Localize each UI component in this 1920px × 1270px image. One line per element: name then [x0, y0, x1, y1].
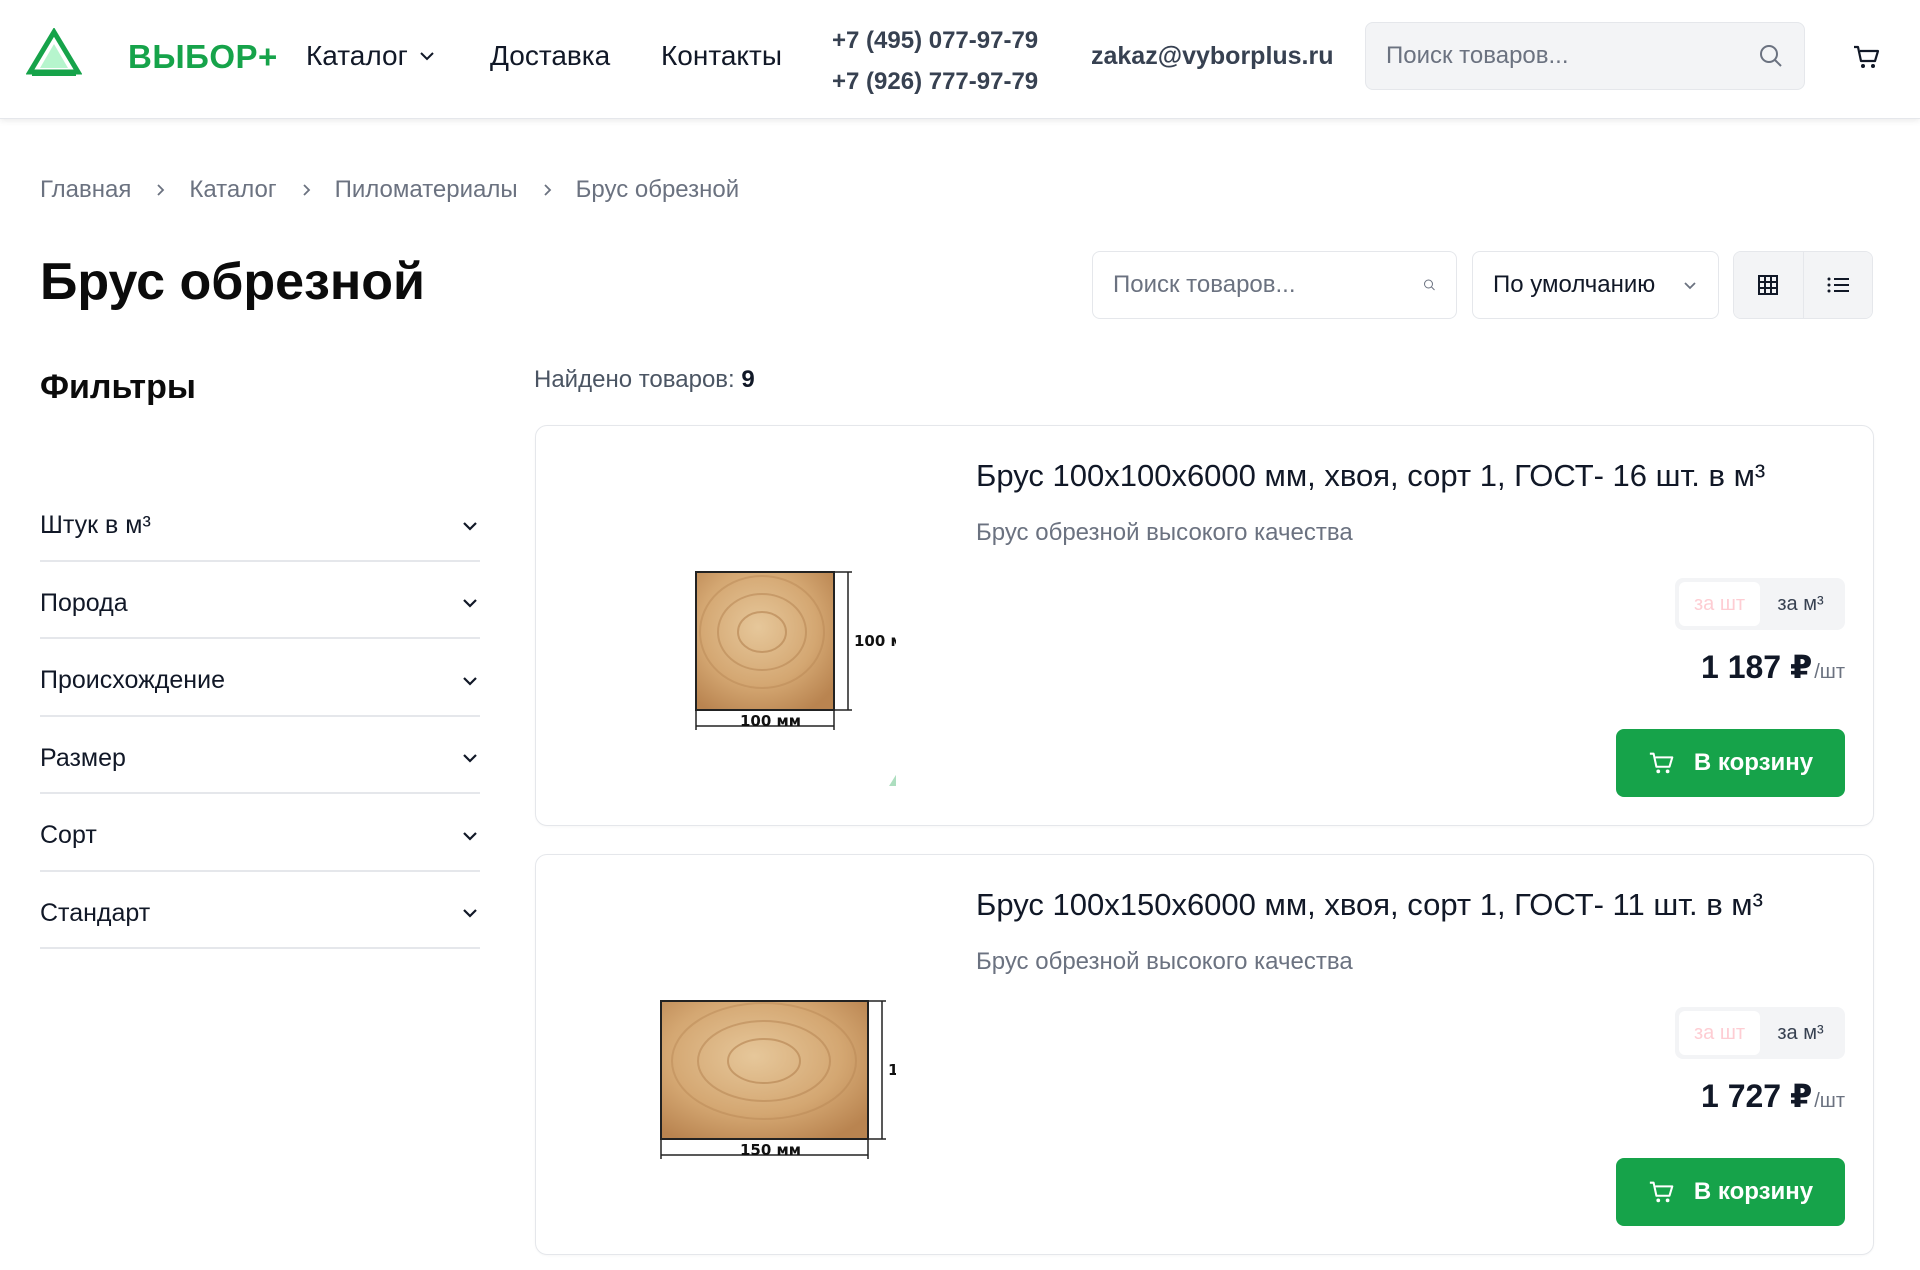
unit-piece-option[interactable]: за шт [1679, 1011, 1760, 1055]
add-to-cart-label: В корзину [1693, 1178, 1814, 1205]
chevron-down-icon [1684, 282, 1696, 290]
width-dimension-label: 100 мм [740, 712, 801, 730]
add-to-cart-button[interactable]: В корзину [1616, 729, 1845, 797]
chevron-down-icon [420, 52, 434, 61]
watermark-logo-icon [889, 774, 896, 786]
phone-link[interactable]: +7 (495) 077-97-79 [832, 20, 1038, 61]
price-value: 1 727 ₽ [1701, 1078, 1813, 1114]
header-search [1365, 22, 1805, 90]
breadcrumb-current: Брус обрезной [575, 176, 740, 203]
chevron-right-icon [299, 183, 313, 197]
unit-piece-option[interactable]: за шт [1679, 582, 1760, 626]
product-description: Брус обрезной высокого качества [976, 519, 1353, 546]
view-toggle [1733, 251, 1873, 319]
product-title[interactable]: Брус 100х150х6000 мм, хвоя, сорт 1, ГОСТ… [976, 887, 1763, 923]
nav-contacts[interactable]: Контакты [661, 40, 782, 72]
sort-select-value: По умолчанию [1493, 271, 1656, 298]
cart-icon [1649, 1181, 1674, 1203]
phone-link[interactable]: +7 (926) 777-97-79 [832, 61, 1038, 102]
price-unit: /шт [1814, 661, 1845, 683]
cart-icon[interactable] [1852, 42, 1882, 72]
filter-standard[interactable]: Стандарт [40, 872, 480, 949]
filter-label: Стандарт [40, 898, 151, 927]
search-icon[interactable] [1423, 272, 1436, 298]
filter-pieces-per-m3[interactable]: Штук в м³ [40, 484, 480, 562]
unit-cubic-option[interactable]: за м³ [1760, 582, 1841, 626]
filters-title: Фильтры [40, 368, 196, 406]
chevron-down-icon [463, 676, 477, 686]
product-price: 1 187 ₽ /шт [1701, 648, 1845, 686]
sort-select[interactable]: По умолчанию [1472, 251, 1719, 319]
price-unit: /шт [1814, 1090, 1845, 1112]
unit-cubic-option[interactable]: за м³ [1760, 1011, 1841, 1055]
nav-catalog[interactable]: Каталог [306, 40, 436, 72]
page-title: Брус обрезной [40, 253, 425, 311]
width-dimension-label: 150 мм [740, 1141, 801, 1159]
filter-size[interactable]: Размер [40, 717, 480, 794]
filter-label: Штук в м³ [40, 511, 151, 540]
results-count: Найдено товаров: 9 [534, 366, 755, 394]
email-link[interactable]: zakaz@vyborplus.ru [1091, 42, 1334, 71]
filter-label: Порода [40, 588, 128, 617]
height-dimension-label: 100 мм [888, 1061, 896, 1079]
site-header: ВЫБОР+ Каталог Доставка Контакты +7 (495… [0, 0, 1920, 119]
catalog-search [1092, 251, 1457, 319]
breadcrumb-catalog[interactable]: Каталог [189, 176, 276, 204]
chevron-right-icon [153, 183, 167, 197]
grid-icon [1758, 275, 1779, 295]
cart-icon [1649, 752, 1674, 774]
product-price: 1 727 ₽ /шт [1701, 1077, 1845, 1115]
add-to-cart-label: В корзину [1693, 749, 1814, 776]
filter-origin[interactable]: Происхождение [40, 639, 480, 717]
chevron-down-icon [463, 909, 477, 918]
product-image[interactable]: 100 мм 100 мм [576, 466, 896, 786]
breadcrumb-lumber[interactable]: Пиломатериалы [335, 176, 518, 204]
price-unit-toggle: за шт за м³ [1675, 578, 1845, 630]
chevron-down-icon [463, 599, 477, 608]
phone-list: +7 (495) 077-97-79 +7 (926) 777-97-79 [832, 20, 1038, 102]
nav-catalog-label: Каталог [306, 40, 408, 71]
breadcrumb: Главная Каталог Пиломатериалы Брус обрез… [40, 176, 739, 204]
breadcrumb-home[interactable]: Главная [40, 176, 131, 204]
brand-name[interactable]: ВЫБОР+ [128, 38, 278, 76]
product-description: Брус обрезной высокого качества [976, 948, 1353, 975]
product-card[interactable]: 100 мм 100 мм Брус 100х100х6000 мм, хвоя… [535, 425, 1874, 826]
results-count-label: Найдено товаров: [534, 366, 735, 393]
catalog-search-input[interactable] [1113, 271, 1423, 299]
chevron-down-icon [463, 831, 477, 841]
header-search-input[interactable] [1386, 42, 1758, 70]
chevron-right-icon [540, 183, 554, 197]
filter-grade[interactable]: Сорт [40, 794, 480, 872]
list-view-button[interactable] [1803, 252, 1872, 318]
product-title[interactable]: Брус 100х100х6000 мм, хвоя, сорт 1, ГОСТ… [976, 458, 1765, 494]
logo-icon[interactable] [26, 28, 82, 78]
chevron-down-icon [463, 521, 477, 531]
chevron-down-icon [463, 754, 477, 763]
filter-label: Размер [40, 743, 126, 772]
product-image[interactable]: 100 мм 150 мм [576, 895, 896, 1215]
price-value: 1 187 ₽ [1701, 649, 1813, 685]
product-card[interactable]: 100 мм 150 мм Брус 100х150х6000 мм, хвоя… [535, 854, 1874, 1255]
list-icon [1827, 277, 1849, 293]
filter-list: Штук в м³ Порода Происхождение Размер Со… [40, 484, 480, 949]
search-icon[interactable] [1758, 43, 1784, 69]
price-unit-toggle: за шт за м³ [1675, 1007, 1845, 1059]
filter-label: Сорт [40, 821, 97, 850]
results-count-value: 9 [741, 366, 755, 393]
nav-delivery[interactable]: Доставка [490, 40, 610, 72]
grid-view-button[interactable] [1734, 252, 1804, 318]
height-dimension-label: 100 мм [854, 632, 896, 650]
filter-label: Происхождение [40, 666, 225, 695]
filter-species[interactable]: Порода [40, 562, 480, 639]
add-to-cart-button[interactable]: В корзину [1616, 1158, 1845, 1226]
